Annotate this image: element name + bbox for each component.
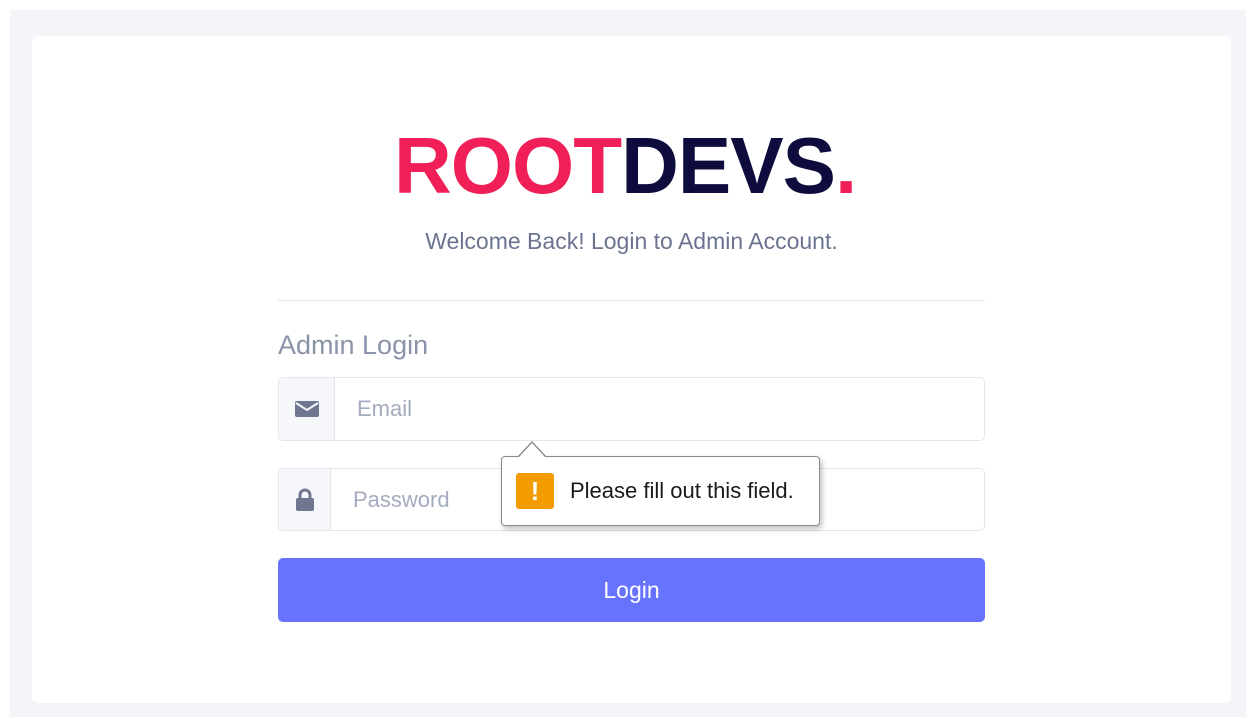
email-field[interactable] [335,378,984,440]
validation-tooltip: ! Please fill out this field. [501,456,820,526]
welcome-subtitle: Welcome Back! Login to Admin Account. [425,228,838,254]
form-title: Admin Login [278,330,429,360]
email-input-group [278,377,985,441]
brand-logo-devs: DEVS [621,121,836,210]
lock-icon [279,469,331,530]
envelope-icon [279,378,335,440]
brand-logo-root: ROOT [394,121,622,210]
tooltip-arrow-fill [519,443,545,457]
brand-logo-dot: . [834,121,857,210]
divider [278,300,985,301]
login-button[interactable]: Login [278,558,985,622]
validation-message: Please fill out this field. [570,478,794,503]
warning-icon: ! [516,473,554,509]
brand-logo: ROOTDEVS. [394,122,874,210]
